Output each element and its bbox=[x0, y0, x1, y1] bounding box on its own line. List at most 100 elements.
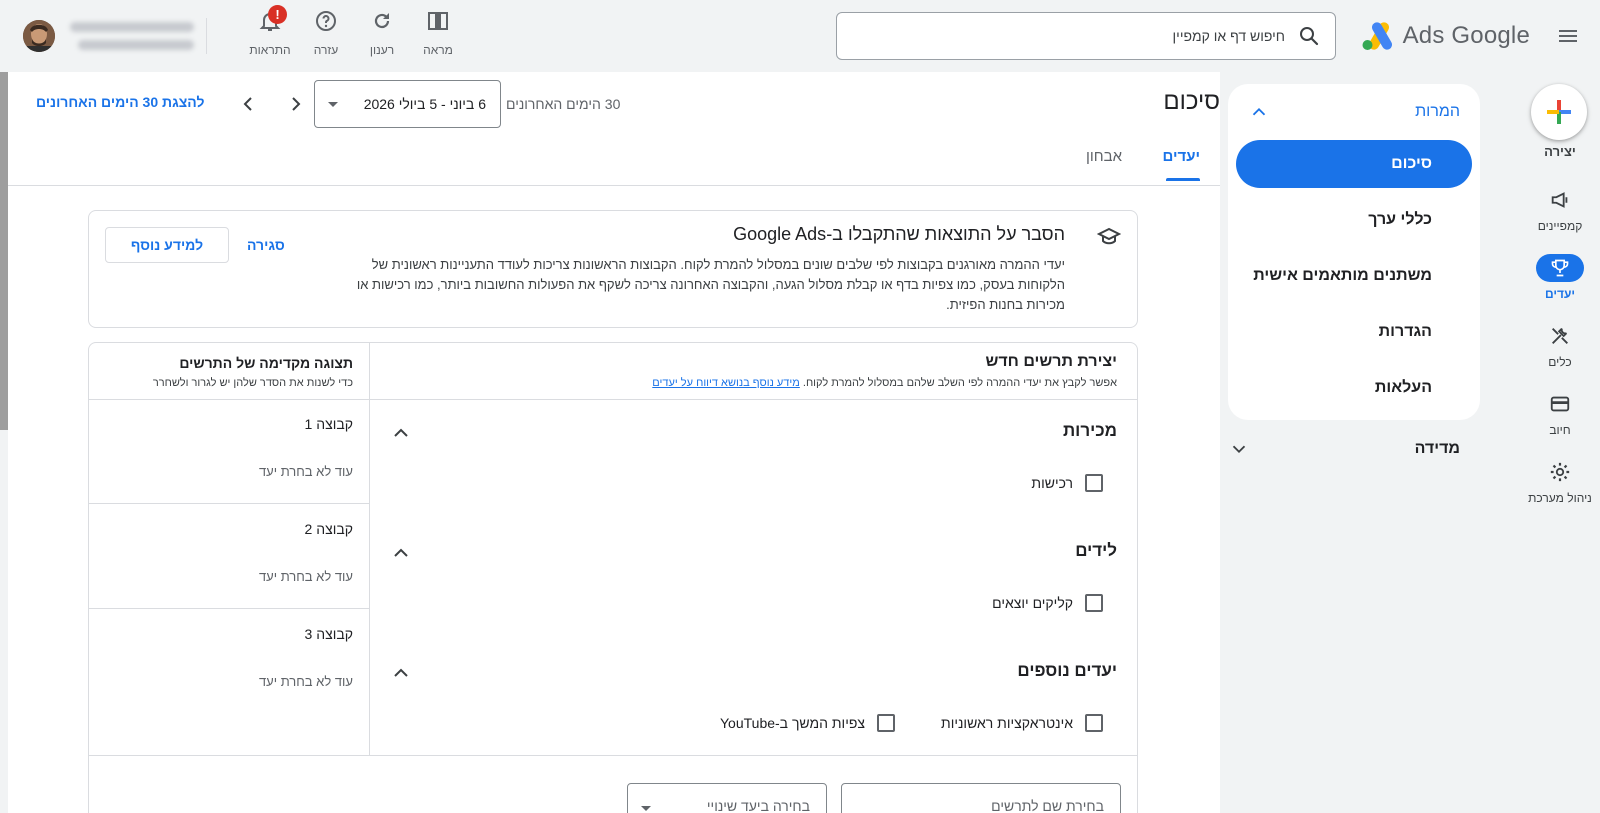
appearance-icon bbox=[426, 8, 450, 34]
nav-item-uploads[interactable]: העלאות bbox=[1236, 364, 1472, 412]
school-icon bbox=[1097, 225, 1121, 249]
chart-name-field[interactable]: בחירת שם לתרשים bbox=[841, 783, 1121, 813]
chart-builder-card: יצירת תרשים חדש אפשר לקבץ את יעדי ההמרה … bbox=[88, 342, 1138, 813]
goal-reporting-link[interactable]: מידע נוסף בנושא דיווח על יעדים bbox=[652, 377, 800, 389]
column-divider bbox=[369, 343, 370, 755]
google-ads-logo[interactable]: Ads Google bbox=[1361, 20, 1530, 52]
builder-subtitle-text: אפשר לקבץ את יעדי ההמרה לפי השלב שלהם במ… bbox=[802, 377, 1117, 389]
rail-label-goals: יעדים bbox=[1544, 287, 1576, 301]
account-info-blurred[interactable] bbox=[66, 18, 194, 54]
tab-diagnostics[interactable]: אבחון bbox=[1086, 148, 1122, 165]
search-icon bbox=[1297, 24, 1321, 48]
builder-header: יצירת תרשים חדש אפשר לקבץ את יעדי ההמרה … bbox=[368, 343, 1137, 400]
help-icon bbox=[314, 8, 338, 34]
chevron-up-icon[interactable] bbox=[389, 421, 413, 445]
chevron-up-icon bbox=[1248, 101, 1270, 123]
rail-item-campaigns[interactable]: קמפיינים bbox=[1520, 186, 1600, 233]
group-status: עוד לא בחרת יעד bbox=[258, 569, 353, 584]
conversions-section-title: המרות bbox=[1415, 103, 1460, 120]
rail-label-admin: ניהול מערכת bbox=[1528, 491, 1592, 505]
close-button[interactable]: סגירה bbox=[247, 237, 285, 253]
preview-title: תצוגה מקדימה של התרשים bbox=[179, 355, 353, 371]
preview-subtitle: כדי לשנות את הסדר שלהן יש לגרור ולשחרר bbox=[152, 377, 353, 389]
chevron-up-icon[interactable] bbox=[389, 541, 413, 565]
measurement-section-title: מדידה bbox=[1414, 440, 1460, 457]
search-box[interactable]: חיפוש דף או קמפיין bbox=[836, 12, 1336, 60]
tools-icon bbox=[1536, 322, 1584, 350]
refresh-label: רענון bbox=[369, 43, 395, 57]
checkbox-purchases[interactable]: רכישות bbox=[1031, 474, 1103, 492]
date-range-label: 30 הימים האחרונים bbox=[506, 96, 621, 112]
top-bar: Ads Google חיפוש דף או קמפיין מראה רענון… bbox=[0, 0, 1600, 72]
checkbox-box[interactable] bbox=[1085, 474, 1103, 492]
category-sales-title: מכירות bbox=[1062, 421, 1117, 440]
chart-name-placeholder: בחירת שם לתרשים bbox=[991, 798, 1104, 813]
notifications-button[interactable]: ! התראות bbox=[242, 5, 298, 60]
nav-item-summary[interactable]: סיכום bbox=[1236, 140, 1472, 188]
appearance-button[interactable]: מראה bbox=[410, 8, 466, 60]
avatar[interactable] bbox=[23, 20, 55, 52]
explain-body: יעדי ההמרה מאורגנים בקבוצות לפי שלבים שו… bbox=[356, 257, 1065, 312]
refresh-icon bbox=[370, 8, 394, 34]
next-period-chevron-icon[interactable] bbox=[284, 92, 308, 116]
preview-group-3[interactable]: קבוצה 3 עוד לא בחרת יעד bbox=[89, 610, 369, 714]
nav-item-settings[interactable]: הגדרות bbox=[1236, 308, 1472, 356]
checkbox-box[interactable] bbox=[877, 714, 895, 732]
chevron-down-icon bbox=[1228, 438, 1250, 460]
page-title: סיכום bbox=[1163, 88, 1220, 115]
help-label: עזרה bbox=[313, 43, 339, 57]
builder-title: יצירת תרשים חדש bbox=[985, 353, 1117, 370]
chevron-up-icon[interactable] bbox=[389, 661, 413, 685]
plus-icon bbox=[1547, 100, 1571, 124]
goal-select-placeholder: בחירה ביעד שינויי bbox=[706, 798, 810, 813]
conversions-nav-panel: המרות סיכום כללי ערך משתנים מותאמים אישי… bbox=[1228, 84, 1480, 420]
goal-select[interactable]: בחירה ביעד שינויי bbox=[627, 783, 827, 813]
preview-group-1[interactable]: קבוצה 1 עוד לא בחרת יעד bbox=[89, 400, 369, 504]
notification-badge: ! bbox=[268, 5, 287, 24]
prev-period-chevron-icon[interactable] bbox=[236, 92, 260, 116]
group-name: קבוצה 2 bbox=[304, 521, 353, 537]
rail-item-billing[interactable]: חיוב bbox=[1520, 390, 1600, 437]
refresh-button[interactable]: רענון bbox=[354, 8, 410, 60]
checkbox-outbound-clicks[interactable]: קליקים יוצאים bbox=[992, 594, 1103, 612]
preview-header: תצוגה מקדימה של התרשים כדי לשנות את הסדר… bbox=[89, 343, 369, 400]
checkbox-label: אינטראקציות ראשוניות bbox=[941, 715, 1073, 731]
learn-more-button[interactable]: למידע נוסף bbox=[105, 227, 229, 263]
trophy-icon bbox=[1536, 254, 1584, 282]
date-range-select[interactable]: 6 ביוני - 5 ביולי 2026 bbox=[314, 80, 501, 128]
billing-icon bbox=[1536, 390, 1584, 418]
nav-item-custom-variables[interactable]: משתנים מותאמים אישית bbox=[1236, 252, 1472, 300]
page-scrollbar[interactable] bbox=[0, 72, 8, 430]
rail-label-tools: כלים bbox=[1548, 355, 1572, 369]
checkbox-label: קליקים יוצאים bbox=[992, 595, 1073, 611]
builder-subtitle: אפשר לקבץ את יעדי ההמרה לפי השלב שלהם במ… bbox=[652, 377, 1117, 389]
rail-item-goals[interactable]: יעדים bbox=[1520, 254, 1600, 301]
show-last-30-link[interactable]: להצגת 30 הימים האחרונים bbox=[36, 94, 204, 110]
rail-item-tools[interactable]: כלים bbox=[1520, 322, 1600, 369]
rail-label-campaigns: קמפיינים bbox=[1537, 219, 1583, 233]
checkbox-youtube-views[interactable]: צפיות המשך ב-YouTube bbox=[720, 714, 895, 732]
checkbox-box[interactable] bbox=[1085, 594, 1103, 612]
category-more-goals-title: יעדים נוספים bbox=[1017, 661, 1117, 680]
tab-goals[interactable]: יעדים bbox=[1162, 148, 1200, 165]
topbar-divider bbox=[206, 18, 207, 54]
dropdown-arrow-icon bbox=[327, 98, 339, 110]
rail-item-admin[interactable]: ניהול מערכת bbox=[1520, 458, 1600, 505]
nav-item-value-rules[interactable]: כללי ערך bbox=[1236, 196, 1472, 244]
measurement-section-header[interactable]: מדידה bbox=[1228, 438, 1460, 460]
menu-icon[interactable] bbox=[1556, 24, 1580, 48]
group-name: קבוצה 1 bbox=[304, 416, 353, 432]
group-status: עוד לא בחרת יעד bbox=[258, 674, 353, 689]
checkbox-initial-interactions[interactable]: אינטראקציות ראשוניות bbox=[941, 714, 1103, 732]
logo-text: Ads Google bbox=[1402, 22, 1530, 49]
create-button[interactable] bbox=[1531, 84, 1587, 140]
checkbox-box[interactable] bbox=[1085, 714, 1103, 732]
campaigns-icon bbox=[1536, 186, 1584, 214]
dropdown-arrow-icon bbox=[641, 806, 651, 811]
preview-group-2[interactable]: קבוצה 2 עוד לא בחרת יעד bbox=[89, 505, 369, 609]
conversions-section-header[interactable]: המרות bbox=[1248, 94, 1460, 130]
gear-icon bbox=[1536, 458, 1584, 486]
appearance-label: מראה bbox=[423, 43, 453, 57]
main-content: סיכום 30 הימים האחרונים 6 ביוני - 5 ביול… bbox=[8, 72, 1220, 813]
help-button[interactable]: עזרה bbox=[298, 8, 354, 60]
